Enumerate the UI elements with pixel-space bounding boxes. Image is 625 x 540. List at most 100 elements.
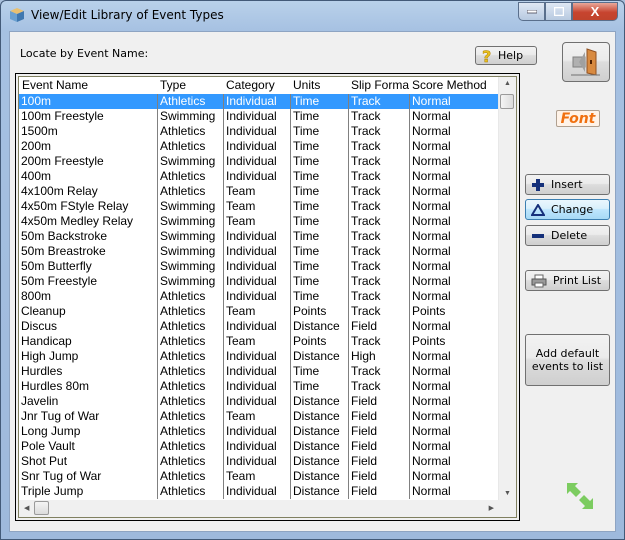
column-header[interactable]: Score Method <box>409 77 501 93</box>
table-row[interactable]: 50m Butterfly Swimming Individual Time Track… <box>19 259 501 274</box>
triangle-change-icon <box>531 203 545 216</box>
help-button[interactable]: ? Help <box>475 46 537 65</box>
exit-button[interactable] <box>562 42 610 82</box>
table-cell: Hurdles 80m <box>21 379 90 393</box>
table-row[interactable]: 4x100m Relay Athletics Team Time Track Normal <box>19 184 501 199</box>
column-header[interactable]: Slip Forma <box>348 77 409 93</box>
table-row[interactable]: 50m Freestyle Swimming Individual Time Track… <box>19 274 501 289</box>
help-question-icon: ? <box>482 48 492 64</box>
table-cell: Time <box>290 379 348 394</box>
table-cell: Distance <box>290 349 348 364</box>
change-button[interactable]: Change <box>525 199 610 220</box>
table-cell: Individual <box>223 394 290 409</box>
minimize-button[interactable] <box>518 2 545 21</box>
table-row[interactable]: Handicap Athletics Team Points Track Points <box>19 334 501 349</box>
event-types-table: Event Name Type Category Units Slip Forma Sco… <box>15 73 520 521</box>
resize-arrows-icon[interactable] <box>565 481 595 511</box>
table-row[interactable]: 100m Athletics Individual Time Track Normal <box>19 94 501 109</box>
table-row[interactable]: 50m Breastroke Swimming Individual Time Trac… <box>19 244 501 259</box>
table-cell: Normal <box>409 214 501 229</box>
table-cell: Individual <box>223 154 290 169</box>
minus-icon <box>532 233 544 238</box>
exit-door-icon <box>571 48 600 76</box>
table-cell: Normal <box>409 199 501 214</box>
table-row[interactable]: 100m Freestyle Swimming Individual Time Trac… <box>19 109 501 124</box>
table-row[interactable]: Hurdles Athletics Individual Time Track Norma… <box>19 364 501 379</box>
table-cell: Normal <box>409 439 501 454</box>
table-cell: Field <box>348 409 409 424</box>
table-row[interactable]: Discus Athletics Individual Distance Field No… <box>19 319 501 334</box>
table-cell: Swimming <box>157 259 223 274</box>
table-cell: Points <box>290 334 348 349</box>
table-cell: Track <box>348 364 409 379</box>
table-row[interactable]: 4x50m FStyle Relay Swimming Team Time Track N… <box>19 199 501 214</box>
table-cell: Normal <box>409 274 501 289</box>
table-row[interactable]: 200m Athletics Individual Time Track Normal <box>19 139 501 154</box>
scroll-down-arrow-icon[interactable]: ▼ <box>504 490 511 497</box>
table-cell: Individual <box>223 439 290 454</box>
vertical-scroll-thumb[interactable] <box>500 94 514 109</box>
insert-button-label: Insert <box>551 178 583 191</box>
table-cell: Time <box>290 154 348 169</box>
table-row[interactable]: Long Jump Athletics Individual Distance Fiel… <box>19 424 501 439</box>
table-cell: Time <box>290 364 348 379</box>
table-row[interactable]: 200m Freestyle Swimming Individual Time Trac… <box>19 154 501 169</box>
print-list-button-label: Print List <box>553 274 602 287</box>
table-cell: Athletics <box>157 334 223 349</box>
table-cell: Track <box>348 109 409 124</box>
print-list-button[interactable]: Print List <box>525 270 610 291</box>
delete-button-label: Delete <box>551 229 588 242</box>
table-cell: Team <box>223 304 290 319</box>
scroll-up-arrow-icon[interactable]: ▲ <box>504 80 511 87</box>
table-row[interactable]: Cleanup Athletics Team Points Track Points <box>19 304 501 319</box>
scroll-left-arrow-icon[interactable]: ◀ <box>24 504 29 512</box>
table-row[interactable]: Hurdles 80m Athletics Individual Time Track N… <box>19 379 501 394</box>
table-row[interactable]: 1500m Athletics Individual Time Track Normal <box>19 124 501 139</box>
horizontal-scroll-thumb[interactable] <box>34 501 49 515</box>
table-cell: Pole Vault <box>21 439 75 453</box>
title-bar[interactable]: View/Edit Library of Event Types X <box>1 1 624 31</box>
add-default-events-button[interactable]: Add default events to list <box>525 334 610 386</box>
table-row[interactable]: 800m Athletics Individual Time Track Normal <box>19 289 501 304</box>
column-header[interactable]: Type <box>157 77 223 93</box>
table-cell: Normal <box>409 364 501 379</box>
vertical-scrollbar[interactable]: ▲ ▼ <box>498 77 516 500</box>
table-cell: Distance <box>290 439 348 454</box>
table-row[interactable]: 4x50m Medley Relay Swimming Team Time Track N… <box>19 214 501 229</box>
table-cell: Track <box>348 199 409 214</box>
column-header[interactable]: Units <box>290 77 348 93</box>
table-cell: Normal <box>409 259 501 274</box>
table-row[interactable]: Triple Jump Athletics Individual Distance Fi… <box>19 484 501 499</box>
delete-button[interactable]: Delete <box>525 225 610 246</box>
table-cell: Field <box>348 319 409 334</box>
font-button[interactable]: Font <box>556 110 600 127</box>
column-header[interactable]: Event Name <box>19 77 157 93</box>
table-row[interactable]: Shot Put Athletics Individual Distance Field… <box>19 454 501 469</box>
table-cell: 200m <box>21 139 52 153</box>
table-cell: Normal <box>409 394 501 409</box>
table-cell: Time <box>290 214 348 229</box>
table-cell: Track <box>348 379 409 394</box>
table-cell: 50m Backstroke <box>21 229 108 243</box>
table-row[interactable]: Javelin Athletics Individual Distance Field N… <box>19 394 501 409</box>
table-cell: Time <box>290 259 348 274</box>
table-cell: Individual <box>223 169 290 184</box>
horizontal-scrollbar[interactable]: ◀ ▶ <box>19 500 516 517</box>
insert-button[interactable]: Insert <box>525 174 610 195</box>
column-header[interactable]: Category <box>223 77 290 93</box>
table-cell: Individual <box>223 274 290 289</box>
table-cell: Swimming <box>157 154 223 169</box>
table-cell: Normal <box>409 349 501 364</box>
table-cell: Team <box>223 409 290 424</box>
table-row[interactable]: Pole Vault Athletics Individual Distance Fie… <box>19 439 501 454</box>
table-row[interactable]: Jnr Tug of War Athletics Team Distance Field… <box>19 409 501 424</box>
close-button[interactable]: X <box>572 2 618 21</box>
table-row[interactable]: 50m Backstroke Swimming Individual Time Trac… <box>19 229 501 244</box>
table-cell: 400m <box>21 169 52 183</box>
scroll-right-arrow-icon[interactable]: ▶ <box>489 504 494 512</box>
maximize-button[interactable] <box>545 2 572 21</box>
table-row[interactable]: 400m Athletics Individual Time Track Normal <box>19 169 501 184</box>
table-row[interactable]: High Jump Athletics Individual Distance High… <box>19 349 501 364</box>
table-row[interactable]: Snr Tug of War Athletics Team Distance Field… <box>19 469 501 484</box>
table-cell: Field <box>348 484 409 499</box>
